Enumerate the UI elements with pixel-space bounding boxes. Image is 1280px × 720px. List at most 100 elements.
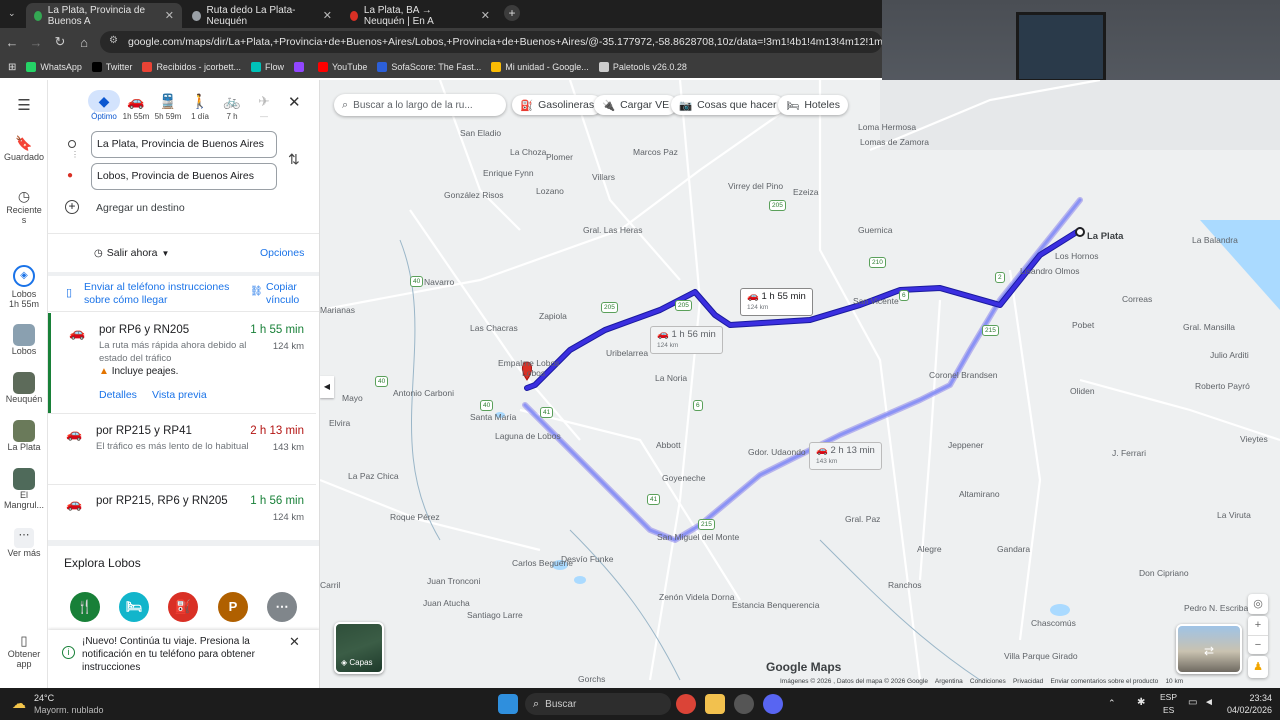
bookmark-item[interactable]: Twitter xyxy=(91,62,132,72)
place-label[interactable]: Empalme Lobos xyxy=(498,358,559,368)
place-label[interactable]: Mayo xyxy=(342,393,363,403)
chip-hotels[interactable]: 🛏 Hoteles xyxy=(778,95,848,115)
start-button[interactable] xyxy=(498,694,518,714)
bookmark-item[interactable]: Paletools v26.0.28 xyxy=(598,62,687,72)
mode-best[interactable]: ◆ Óptimo xyxy=(88,90,120,121)
place-label[interactable]: Don Cipriano xyxy=(1139,568,1189,578)
apps-grid-icon[interactable]: ⊞ xyxy=(8,62,16,73)
copy-link-button[interactable]: Copiar vínculo xyxy=(266,281,306,307)
place-label[interactable]: Chascomús xyxy=(1031,618,1076,628)
monitor-icon[interactable]: ▭ xyxy=(1188,697,1197,708)
place-label[interactable]: Lomas de Zamora xyxy=(860,137,929,147)
url-field[interactable]: ⚙ google.com/maps/dir/La+Plata,+Provinci… xyxy=(100,31,882,53)
rail-neuquen[interactable]: Neuquén xyxy=(0,372,48,404)
chip-ev-charging[interactable]: 🔌 Cargar VE xyxy=(594,95,678,115)
route-option-3[interactable]: 🚗 por RP215, RP6 y RN205 1 h 56 min 124 … xyxy=(48,484,316,534)
layers-button[interactable]: ◈ Capas xyxy=(334,622,384,674)
language-top[interactable]: ESP xyxy=(1160,692,1177,702)
place-label[interactable]: San Miguel del Monte xyxy=(657,532,739,542)
gas-stations-button[interactable]: ⛽ xyxy=(168,592,198,622)
place-label[interactable]: Laguna de Lobos xyxy=(495,431,561,441)
close-directions-icon[interactable]: ✕ xyxy=(288,93,301,111)
rail-saved[interactable]: 🔖 Guardado xyxy=(0,135,48,162)
options-link[interactable]: Opciones xyxy=(260,247,304,259)
place-label[interactable]: Roque Pérez xyxy=(390,512,440,522)
place-label[interactable]: Lisandro Olmos xyxy=(1020,266,1080,276)
discord-icon[interactable] xyxy=(763,694,783,714)
place-label[interactable]: Ranchos xyxy=(888,580,922,590)
place-label[interactable]: Vieytes xyxy=(1240,434,1268,444)
close-tab-icon[interactable]: ✕ xyxy=(481,9,490,22)
details-link[interactable]: Detalles xyxy=(99,389,137,401)
rail-el-mangrullo[interactable]: El Mangrul... xyxy=(0,468,48,510)
mode-transit[interactable]: 🚆 5h 59m xyxy=(152,90,184,121)
chip-things-to-do[interactable]: 📷 Cosas que hacer xyxy=(671,95,785,115)
place-label[interactable]: Jeppener xyxy=(948,440,983,450)
place-label[interactable]: Zenón Videla Dorna xyxy=(659,592,734,602)
place-label[interactable]: Gral. Mansilla xyxy=(1183,322,1235,332)
attr-region[interactable]: Argentina xyxy=(935,678,963,685)
attr-feedback[interactable]: Enviar comentarios sobre el producto xyxy=(1051,678,1159,685)
place-label[interactable]: La Noria xyxy=(655,373,687,383)
back-icon[interactable]: ← xyxy=(0,35,24,50)
place-label[interactable]: Uribelarrea xyxy=(606,348,648,358)
scale-bar[interactable]: 10 km xyxy=(1165,678,1183,685)
tab-ruta-dedo[interactable]: Ruta dedo La Plata-Neuquén ✕ xyxy=(184,3,340,28)
bookmark-item[interactable]: Recibidos - jcorbett... xyxy=(142,62,241,72)
rail-get-app[interactable]: ▯ Obtener app xyxy=(0,633,48,669)
close-tab-icon[interactable]: ✕ xyxy=(323,9,332,22)
place-label[interactable]: Navarro xyxy=(424,277,454,287)
place-label[interactable]: Goyeneche xyxy=(662,473,705,483)
place-label[interactable]: Lobos xyxy=(522,368,545,378)
place-label[interactable]: Gral. Paz xyxy=(845,514,880,524)
place-label[interactable]: Alegre xyxy=(917,544,942,554)
street-view-pegman[interactable]: ♟ xyxy=(1248,656,1268,678)
place-label[interactable]: La Paz Chica xyxy=(348,471,399,481)
mode-flight[interactable]: ✈ — xyxy=(248,90,280,121)
rail-recents[interactable]: ◷ Reciente s xyxy=(0,188,48,225)
attr-privacy[interactable]: Privacidad xyxy=(1013,678,1043,685)
place-label[interactable]: Antonio Carboni xyxy=(393,388,454,398)
add-destination-label[interactable]: Agregar un destino xyxy=(96,202,185,214)
place-label[interactable]: La Balandra xyxy=(1192,235,1238,245)
attr-terms[interactable]: Condiciones xyxy=(970,678,1006,685)
restaurants-button[interactable]: 🍴 xyxy=(70,592,100,622)
chip-gas-stations[interactable]: ⛽ Gasolineras xyxy=(512,95,603,115)
collapse-panel-button[interactable]: ◀ xyxy=(320,376,334,398)
parking-button[interactable]: P xyxy=(218,592,248,622)
place-label[interactable]: Villa Parque Girado xyxy=(1004,651,1078,661)
place-label[interactable]: Gral. Las Heras xyxy=(583,225,643,235)
place-label[interactable]: Correas xyxy=(1122,294,1152,304)
place-label[interactable]: Plomer xyxy=(546,152,573,162)
obs-icon[interactable] xyxy=(734,694,754,714)
map-canvas[interactable]: ⌕ Buscar a lo largo de la ru... ⛽ Gasolin… xyxy=(320,80,1280,688)
place-label[interactable]: Marcos Paz xyxy=(633,147,678,157)
place-label[interactable]: Zapiola xyxy=(539,311,567,321)
place-label[interactable]: Roberto Payró xyxy=(1195,381,1250,391)
place-label[interactable]: Pobet xyxy=(1072,320,1094,330)
place-label[interactable]: Guernica xyxy=(858,225,893,235)
place-label[interactable]: Juan Tronconi xyxy=(427,576,480,586)
rail-lobos-route[interactable]: ◈ Lobos 1h 55m xyxy=(0,265,48,309)
place-label[interactable]: La Viruta xyxy=(1217,510,1251,520)
close-tab-icon[interactable]: ✕ xyxy=(165,9,174,22)
place-label[interactable]: Gandara xyxy=(997,544,1030,554)
place-label[interactable]: La Plata xyxy=(1087,231,1123,242)
depart-time-select[interactable]: ◷ Salir ahora ▼ xyxy=(90,242,173,264)
place-label[interactable]: Enrique Fynn xyxy=(483,168,534,178)
more-categories-button[interactable]: ⋯ xyxy=(267,592,297,622)
mode-walking[interactable]: 🚶 1 día xyxy=(184,90,216,121)
place-label[interactable]: Coronel Brandsen xyxy=(929,370,998,380)
place-label[interactable]: Juan Atucha xyxy=(423,598,470,608)
route-option-2[interactable]: 🚗 por RP215 y RP41 2 h 13 min 143 km El … xyxy=(48,414,316,484)
tab-la-plata[interactable]: La Plata, Provincia de Buenos A ✕ xyxy=(26,3,182,28)
home-icon[interactable]: ⌂ xyxy=(72,35,96,50)
bookmark-item[interactable]: Mi unidad - Google... xyxy=(491,62,589,72)
origin-input[interactable]: La Plata, Provincia de Buenos Aires xyxy=(91,131,277,158)
place-label[interactable]: San Vicente xyxy=(853,296,899,306)
place-label[interactable]: J. Ferrari xyxy=(1112,448,1146,458)
route-box-alt-2[interactable]: 🚗 2 h 13 min 143 km xyxy=(809,442,882,470)
bookmark-item[interactable]: Flow xyxy=(250,62,284,72)
bookmark-item[interactable]: SofaScore: The Fast... xyxy=(377,62,481,72)
place-label[interactable]: La Choza xyxy=(510,147,546,157)
